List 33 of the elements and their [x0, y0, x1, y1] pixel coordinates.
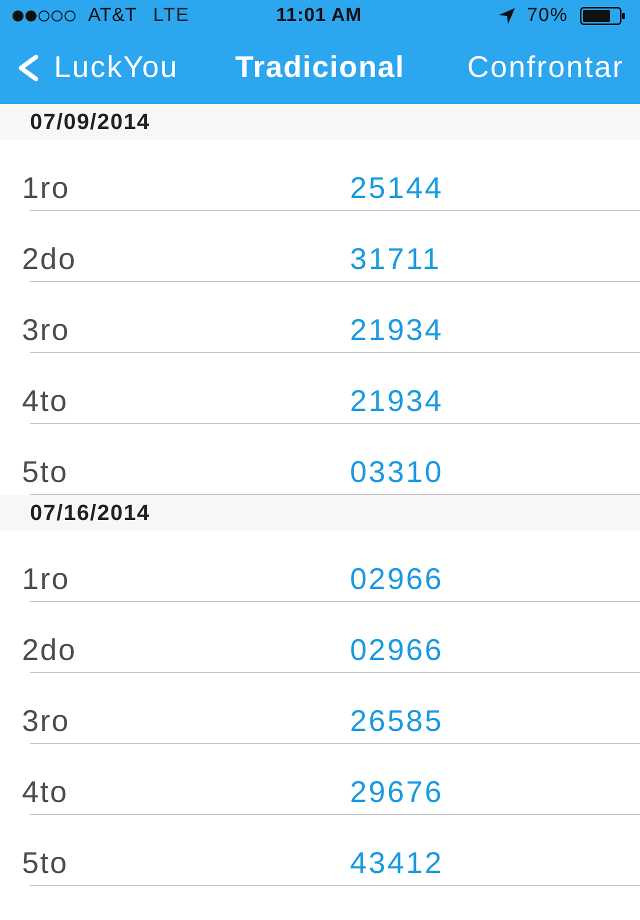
winning-number: 02966 [350, 564, 444, 596]
winning-number: 25144 [350, 173, 444, 205]
battery-percentage: 70% [526, 5, 568, 27]
battery-icon [580, 7, 626, 25]
place-label: 4to [22, 386, 70, 418]
place-label: 1ro [22, 564, 71, 596]
winning-number: 43412 [350, 848, 444, 880]
place-label: 5to [22, 457, 70, 489]
signal-strength-icon [12, 10, 78, 22]
place-label: 2do [22, 244, 78, 276]
section-date-header: 07/09/2014 [0, 104, 640, 140]
place-label: 2do [22, 635, 78, 667]
section-date-header: 07/16/2014 [0, 495, 640, 531]
winning-number: 29676 [350, 777, 444, 809]
winning-number: 21934 [350, 315, 444, 347]
place-label: 5to [22, 848, 70, 880]
winning-number: 31711 [350, 244, 442, 276]
carrier-name: AT&T [88, 5, 138, 27]
place-label: 3ro [22, 315, 71, 347]
back-chevron-icon [16, 54, 40, 82]
place-label: 4to [22, 777, 70, 809]
location-arrow-icon [498, 8, 515, 24]
clock-time: 11:01 AM [276, 5, 362, 27]
place-label: 1ro [22, 173, 71, 205]
winning-number: 03310 [350, 457, 444, 489]
winning-number: 21934 [350, 386, 444, 418]
winning-number: 26585 [350, 706, 444, 738]
screen-title: Tradicional [235, 51, 405, 85]
network-type: LTE [153, 5, 190, 27]
winning-number: 02966 [350, 635, 444, 667]
place-label: 3ro [22, 706, 71, 738]
back-button[interactable]: LuckYou [16, 51, 178, 85]
compare-button[interactable]: Confrontar [467, 51, 624, 85]
